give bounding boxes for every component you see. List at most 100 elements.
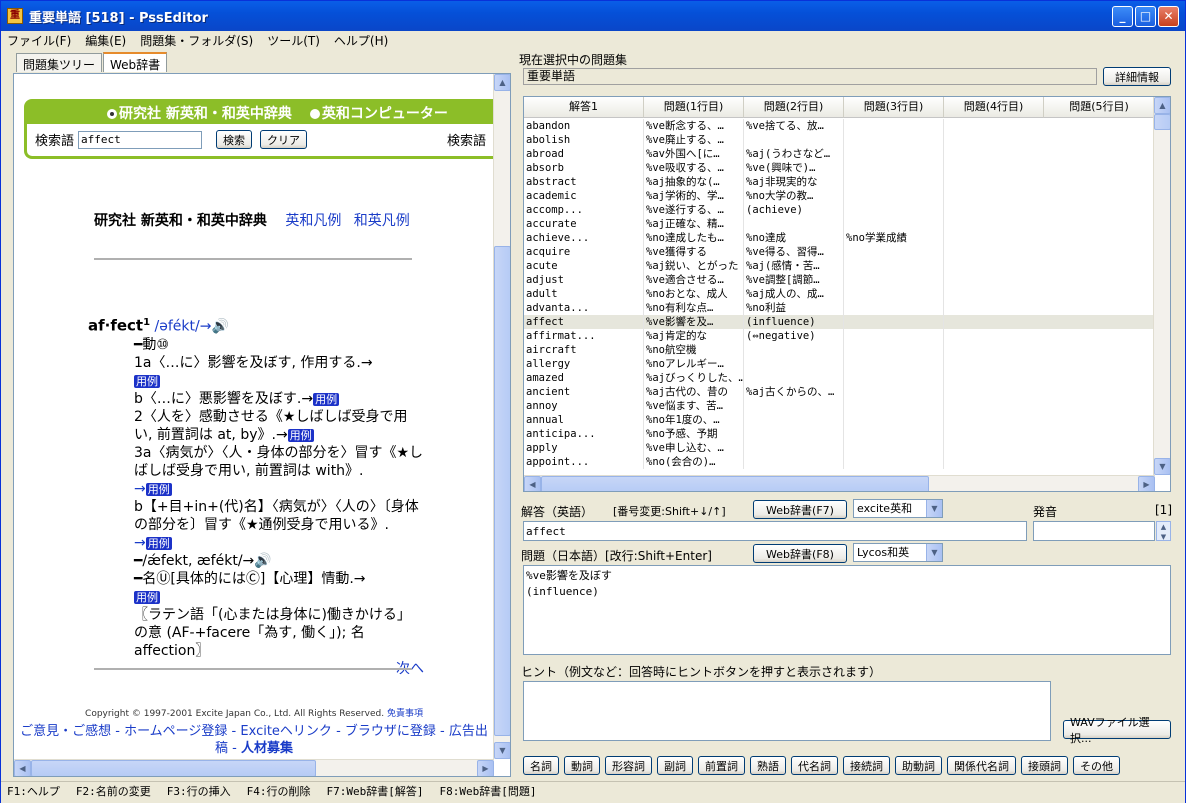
- arrow-link[interactable]: →: [134, 481, 146, 497]
- table-cell[interactable]: [844, 161, 944, 175]
- column-header[interactable]: 問題(3行目): [844, 97, 944, 118]
- table-row[interactable]: acquire %ve獲得する %ve得る、習得…: [524, 245, 1155, 259]
- speaker-icon[interactable]: 🔊: [254, 553, 271, 569]
- table-cell[interactable]: [844, 203, 944, 217]
- table-cell[interactable]: [844, 357, 944, 371]
- table-row[interactable]: anticipa... %no予感、予期: [524, 427, 1155, 441]
- table-cell[interactable]: %no航空機: [644, 343, 744, 357]
- table-cell[interactable]: %no達成: [744, 231, 844, 245]
- table-cell[interactable]: acute: [524, 259, 644, 273]
- table-row[interactable]: affirmat... %aj肯定的な (⇔negative): [524, 329, 1155, 343]
- question-dict-select[interactable]: Lycos和英 ▼: [853, 543, 943, 562]
- table-cell[interactable]: %no達成したも…: [644, 231, 744, 245]
- table-cell[interactable]: [844, 133, 944, 147]
- column-header[interactable]: 問題(5行目): [1044, 97, 1155, 118]
- table-cell[interactable]: %aj抽象的な(…: [644, 175, 744, 189]
- table-row[interactable]: abandon %ve断念する、… %ve捨てる、放…: [524, 119, 1155, 133]
- table-cell[interactable]: [744, 371, 844, 385]
- footer-link[interactable]: ホームページ登録: [124, 724, 227, 739]
- table-cell[interactable]: [844, 147, 944, 161]
- table-cell[interactable]: [744, 343, 844, 357]
- table-cell[interactable]: [744, 413, 844, 427]
- table-row[interactable]: amazed %ajびっくりした、…: [524, 371, 1155, 385]
- table-cell[interactable]: [844, 427, 944, 441]
- table-row[interactable]: accurate %aj正確な、精…: [524, 217, 1155, 231]
- table-cell[interactable]: [744, 441, 844, 455]
- table-cell[interactable]: annoy: [524, 399, 644, 413]
- table-cell[interactable]: %ajびっくりした、…: [644, 371, 744, 385]
- table-cell[interactable]: %ve捨てる、放…: [744, 119, 844, 133]
- disclaimer-link[interactable]: 免責事項: [387, 709, 423, 719]
- table-cell[interactable]: %ve廃止する、…: [644, 133, 744, 147]
- table-cell[interactable]: %aj(うわさなど…: [744, 147, 844, 161]
- table-cell[interactable]: %no年1度の、…: [644, 413, 744, 427]
- table-cell[interactable]: %no学業成績: [844, 231, 944, 245]
- table-cell[interactable]: %aj鋭い、とがった: [644, 259, 744, 273]
- scroll-right-icon[interactable]: ▶: [1138, 476, 1155, 491]
- reibun-badge[interactable]: 用例: [134, 374, 160, 388]
- scroll-thumb[interactable]: [31, 760, 316, 776]
- pos-button[interactable]: その他: [1073, 756, 1120, 775]
- web-horizontal-scrollbar[interactable]: ◀ ▶: [14, 759, 494, 776]
- table-cell[interactable]: %ve調整[調節…: [744, 273, 844, 287]
- reibun-badge[interactable]: 用例: [145, 536, 172, 550]
- table-cell[interactable]: [744, 133, 844, 147]
- pos-button[interactable]: 副詞: [657, 756, 693, 775]
- scroll-thumb[interactable]: [494, 246, 510, 736]
- pos-button[interactable]: 前置詞: [698, 756, 745, 775]
- table-row[interactable]: ancient %aj古代の、昔の %aj古くからの、…: [524, 385, 1155, 399]
- table-cell[interactable]: [744, 455, 844, 469]
- maximize-icon[interactable]: □: [1135, 6, 1156, 27]
- table-cell[interactable]: %ve(興味で)…: [744, 161, 844, 175]
- table-cell[interactable]: aircraft: [524, 343, 644, 357]
- menu-help[interactable]: ヘルプ(H): [334, 32, 388, 49]
- table-cell[interactable]: (influence): [744, 315, 844, 329]
- table-cell[interactable]: %no(会合の)…: [644, 455, 744, 469]
- table-cell[interactable]: %no利益: [744, 301, 844, 315]
- table-cell[interactable]: %aj非現実的な: [744, 175, 844, 189]
- table-cell[interactable]: [844, 245, 944, 259]
- web-dict-f7-button[interactable]: Web辞書(F7): [753, 500, 847, 519]
- table-cell[interactable]: %aj学術的、学…: [644, 189, 744, 203]
- table-cell[interactable]: %aj正確な、精…: [644, 217, 744, 231]
- table-cell[interactable]: acquire: [524, 245, 644, 259]
- table-row[interactable]: affect %ve影響を及… (influence): [524, 315, 1155, 329]
- scroll-left-icon[interactable]: ◀: [14, 760, 31, 776]
- scroll-thumb[interactable]: [1154, 114, 1170, 130]
- minimize-icon[interactable]: _: [1112, 6, 1133, 27]
- pron-input[interactable]: [1033, 521, 1155, 541]
- footer-link[interactable]: 人材募集: [241, 741, 293, 756]
- table-row[interactable]: acute %aj鋭い、とがった %aj(感情・苦…: [524, 259, 1155, 273]
- table-cell[interactable]: %ve悩ます、苦…: [644, 399, 744, 413]
- table-row[interactable]: abstract %aj抽象的な(… %aj非現実的な: [524, 175, 1155, 189]
- pos-button[interactable]: 代名詞: [791, 756, 838, 775]
- table-cell[interactable]: affirmat...: [524, 329, 644, 343]
- table-cell[interactable]: %ve遂行する、…: [644, 203, 744, 217]
- table-cell[interactable]: %aj成人の、成…: [744, 287, 844, 301]
- table-cell[interactable]: %ve影響を及…: [644, 315, 744, 329]
- table-cell[interactable]: %ve申し込む、…: [644, 441, 744, 455]
- table-cell[interactable]: [744, 357, 844, 371]
- pos-button[interactable]: 熟語: [750, 756, 786, 775]
- table-cell[interactable]: absorb: [524, 161, 644, 175]
- table-cell[interactable]: %aj(感情・苦…: [744, 259, 844, 273]
- table-cell[interactable]: %av外国へ[に…: [644, 147, 744, 161]
- index-spinner-icon[interactable]: ▲ ▼: [1156, 521, 1171, 541]
- reibun-badge[interactable]: 用例: [145, 482, 172, 496]
- table-cell[interactable]: %aj古くからの、…: [744, 385, 844, 399]
- table-row[interactable]: aircraft %no航空機: [524, 343, 1155, 357]
- table-row[interactable]: absorb %ve吸収する、… %ve(興味で)…: [524, 161, 1155, 175]
- table-cell[interactable]: [844, 301, 944, 315]
- table-cell[interactable]: [744, 399, 844, 413]
- table-cell[interactable]: accurate: [524, 217, 644, 231]
- table-cell[interactable]: appoint...: [524, 455, 644, 469]
- grid-vertical-scrollbar[interactable]: ▲ ▼: [1153, 97, 1170, 475]
- grid-horizontal-scrollbar[interactable]: ◀ ▶: [524, 475, 1155, 491]
- table-cell[interactable]: %ve適合させる…: [644, 273, 744, 287]
- column-header[interactable]: 問題(2行目): [744, 97, 844, 118]
- table-row[interactable]: appoint... %no(会合の)…: [524, 455, 1155, 469]
- pos-button[interactable]: 接頭詞: [1021, 756, 1068, 775]
- table-row[interactable]: advanta... %no有利な点… %no利益: [524, 301, 1155, 315]
- table-cell[interactable]: [844, 189, 944, 203]
- table-cell[interactable]: %noアレルギー…: [644, 357, 744, 371]
